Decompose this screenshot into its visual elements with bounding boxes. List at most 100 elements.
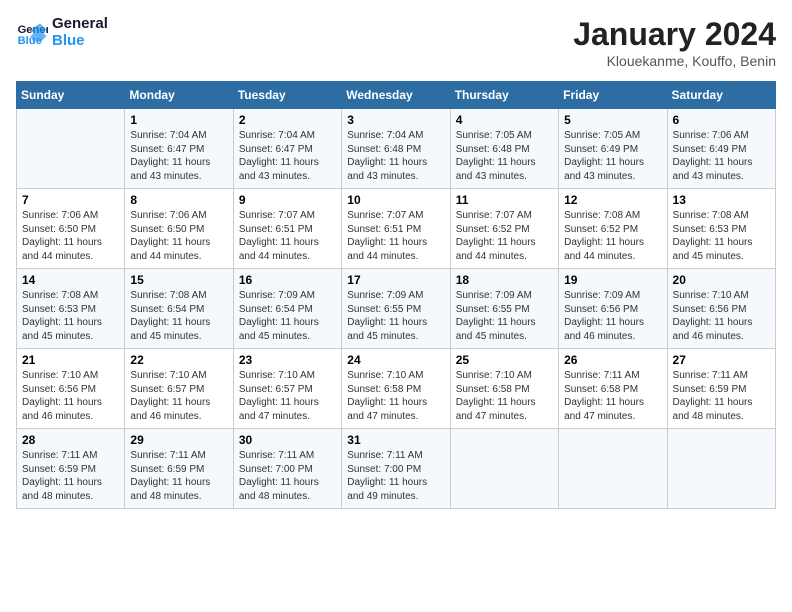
- day-number: 29: [130, 433, 227, 447]
- day-info: Sunrise: 7:06 AMSunset: 6:50 PMDaylight:…: [22, 209, 119, 263]
- day-number: 18: [456, 273, 553, 287]
- calendar-cell: 5 Sunrise: 7:05 AMSunset: 6:49 PMDaylight…: [559, 109, 667, 189]
- day-number: 5: [564, 113, 661, 127]
- day-info: Sunrise: 7:11 AMSunset: 6:58 PMDaylight:…: [564, 369, 661, 423]
- day-info: Sunrise: 7:04 AMSunset: 6:47 PMDaylight:…: [239, 129, 336, 183]
- calendar-cell: 19 Sunrise: 7:09 AMSunset: 6:56 PMDayligh…: [559, 269, 667, 349]
- calendar-cell: 20 Sunrise: 7:10 AMSunset: 6:56 PMDayligh…: [667, 269, 775, 349]
- header-row: SundayMondayTuesdayWednesdayThursdayFrid…: [17, 82, 776, 109]
- day-number: 20: [673, 273, 770, 287]
- day-info: Sunrise: 7:10 AMSunset: 6:57 PMDaylight:…: [130, 369, 227, 423]
- title-block: January 2024 Klouekanme, Kouffo, Benin: [573, 16, 776, 69]
- day-info: Sunrise: 7:11 AMSunset: 7:00 PMDaylight:…: [347, 449, 444, 503]
- calendar-cell: 9 Sunrise: 7:07 AMSunset: 6:51 PMDaylight…: [233, 189, 341, 269]
- header-cell-sunday: Sunday: [17, 82, 125, 109]
- day-number: 1: [130, 113, 227, 127]
- day-info: Sunrise: 7:07 AMSunset: 6:51 PMDaylight:…: [347, 209, 444, 263]
- calendar-cell: 4Sunrise: 7:05 AMSunset: 6:48 PMDaylight…: [450, 109, 558, 189]
- day-info: Sunrise: 7:11 AMSunset: 6:59 PMDaylight:…: [673, 369, 770, 423]
- logo: General Blue General Blue: [16, 16, 108, 49]
- day-info: Sunrise: 7:05 AMSunset: 6:48 PMDaylight:…: [456, 129, 553, 183]
- logo-general: General: [52, 16, 108, 33]
- calendar-table: SundayMondayTuesdayWednesdayThursdayFrid…: [16, 81, 776, 509]
- calendar-cell: [667, 429, 775, 509]
- header-cell-friday: Friday: [559, 82, 667, 109]
- calendar-cell: 1Sunrise: 7:04 AMSunset: 6:47 PMDaylight…: [125, 109, 233, 189]
- calendar-cell: [559, 429, 667, 509]
- calendar-cell: 23Sunrise: 7:10 AMSunset: 6:57 PMDayligh…: [233, 349, 341, 429]
- calendar-cell: 17 Sunrise: 7:09 AMSunset: 6:55 PMDayligh…: [342, 269, 450, 349]
- day-number: 24: [347, 353, 444, 367]
- calendar-cell: 21 Sunrise: 7:10 AMSunset: 6:56 PMDayligh…: [17, 349, 125, 429]
- day-info: Sunrise: 7:10 AMSunset: 6:58 PMDaylight:…: [456, 369, 553, 423]
- calendar-cell: 18 Sunrise: 7:09 AMSunset: 6:55 PMDayligh…: [450, 269, 558, 349]
- day-number: 7: [22, 193, 119, 207]
- day-number: 13: [673, 193, 770, 207]
- day-number: 11: [456, 193, 553, 207]
- calendar-cell: 3 Sunrise: 7:04 AMSunset: 6:48 PMDaylight…: [342, 109, 450, 189]
- calendar-cell: 25 Sunrise: 7:10 AMSunset: 6:58 PMDayligh…: [450, 349, 558, 429]
- day-info: Sunrise: 7:07 AMSunset: 6:52 PMDaylight:…: [456, 209, 553, 263]
- day-number: 17: [347, 273, 444, 287]
- day-number: 27: [673, 353, 770, 367]
- calendar-cell: 16Sunrise: 7:09 AMSunset: 6:54 PMDayligh…: [233, 269, 341, 349]
- day-number: 2: [239, 113, 336, 127]
- calendar-cell: 2 Sunrise: 7:04 AMSunset: 6:47 PMDaylight…: [233, 109, 341, 189]
- week-row-3: 14 Sunrise: 7:08 AMSunset: 6:53 PMDayligh…: [17, 269, 776, 349]
- day-number: 9: [239, 193, 336, 207]
- day-number: 23: [239, 353, 336, 367]
- day-info: Sunrise: 7:08 AMSunset: 6:53 PMDaylight:…: [22, 289, 119, 343]
- day-number: 15: [130, 273, 227, 287]
- week-row-1: 1 Sunrise: 7:04 AMSunset: 6:47 PMDaylight…: [17, 109, 776, 189]
- logo-icon: General Blue: [16, 17, 48, 49]
- day-number: 3: [347, 113, 444, 127]
- calendar-subtitle: Klouekanme, Kouffo, Benin: [573, 53, 776, 69]
- week-row-2: 7 Sunrise: 7:06 AMSunset: 6:50 PMDaylight…: [17, 189, 776, 269]
- day-info: Sunrise: 7:09 AMSunset: 6:55 PMDaylight:…: [456, 289, 553, 343]
- day-number: 28: [22, 433, 119, 447]
- day-number: 14: [22, 273, 119, 287]
- calendar-cell: 6Sunrise: 7:06 AMSunset: 6:49 PMDaylight…: [667, 109, 775, 189]
- calendar-cell: [17, 109, 125, 189]
- calendar-cell: [450, 429, 558, 509]
- page-header: General Blue General Blue January 2024 K…: [16, 16, 776, 69]
- calendar-cell: 15 Sunrise: 7:08 AMSunset: 6:54 PMDayligh…: [125, 269, 233, 349]
- day-info: Sunrise: 7:06 AMSunset: 6:50 PMDaylight:…: [130, 209, 227, 263]
- day-info: Sunrise: 7:09 AMSunset: 6:55 PMDaylight:…: [347, 289, 444, 343]
- day-info: Sunrise: 7:11 AMSunset: 6:59 PMDaylight:…: [22, 449, 119, 503]
- calendar-cell: 30 Sunrise: 7:11 AMSunset: 7:00 PMDayligh…: [233, 429, 341, 509]
- day-number: 10: [347, 193, 444, 207]
- calendar-cell: 31Sunrise: 7:11 AMSunset: 7:00 PMDayligh…: [342, 429, 450, 509]
- calendar-cell: 12Sunrise: 7:08 AMSunset: 6:52 PMDayligh…: [559, 189, 667, 269]
- day-number: 30: [239, 433, 336, 447]
- day-info: Sunrise: 7:10 AMSunset: 6:56 PMDaylight:…: [22, 369, 119, 423]
- header-cell-wednesday: Wednesday: [342, 82, 450, 109]
- calendar-cell: 13Sunrise: 7:08 AMSunset: 6:53 PMDayligh…: [667, 189, 775, 269]
- day-info: Sunrise: 7:11 AMSunset: 6:59 PMDaylight:…: [130, 449, 227, 503]
- day-info: Sunrise: 7:05 AMSunset: 6:49 PMDaylight:…: [564, 129, 661, 183]
- calendar-cell: 29 Sunrise: 7:11 AMSunset: 6:59 PMDayligh…: [125, 429, 233, 509]
- day-info: Sunrise: 7:10 AMSunset: 6:56 PMDaylight:…: [673, 289, 770, 343]
- calendar-title: January 2024: [573, 16, 776, 53]
- calendar-cell: 26Sunrise: 7:11 AMSunset: 6:58 PMDayligh…: [559, 349, 667, 429]
- day-info: Sunrise: 7:11 AMSunset: 7:00 PMDaylight:…: [239, 449, 336, 503]
- day-number: 21: [22, 353, 119, 367]
- day-info: Sunrise: 7:09 AMSunset: 6:56 PMDaylight:…: [564, 289, 661, 343]
- day-number: 25: [456, 353, 553, 367]
- logo-blue: Blue: [52, 33, 108, 50]
- day-info: Sunrise: 7:08 AMSunset: 6:52 PMDaylight:…: [564, 209, 661, 263]
- header-cell-thursday: Thursday: [450, 82, 558, 109]
- day-info: Sunrise: 7:04 AMSunset: 6:48 PMDaylight:…: [347, 129, 444, 183]
- day-info: Sunrise: 7:08 AMSunset: 6:54 PMDaylight:…: [130, 289, 227, 343]
- calendar-cell: 14 Sunrise: 7:08 AMSunset: 6:53 PMDayligh…: [17, 269, 125, 349]
- day-info: Sunrise: 7:10 AMSunset: 6:58 PMDaylight:…: [347, 369, 444, 423]
- day-info: Sunrise: 7:07 AMSunset: 6:51 PMDaylight:…: [239, 209, 336, 263]
- header-cell-monday: Monday: [125, 82, 233, 109]
- header-cell-saturday: Saturday: [667, 82, 775, 109]
- day-number: 19: [564, 273, 661, 287]
- calendar-cell: 10 Sunrise: 7:07 AMSunset: 6:51 PMDayligh…: [342, 189, 450, 269]
- header-cell-tuesday: Tuesday: [233, 82, 341, 109]
- calendar-cell: 27 Sunrise: 7:11 AMSunset: 6:59 PMDayligh…: [667, 349, 775, 429]
- day-info: Sunrise: 7:09 AMSunset: 6:54 PMDaylight:…: [239, 289, 336, 343]
- week-row-4: 21 Sunrise: 7:10 AMSunset: 6:56 PMDayligh…: [17, 349, 776, 429]
